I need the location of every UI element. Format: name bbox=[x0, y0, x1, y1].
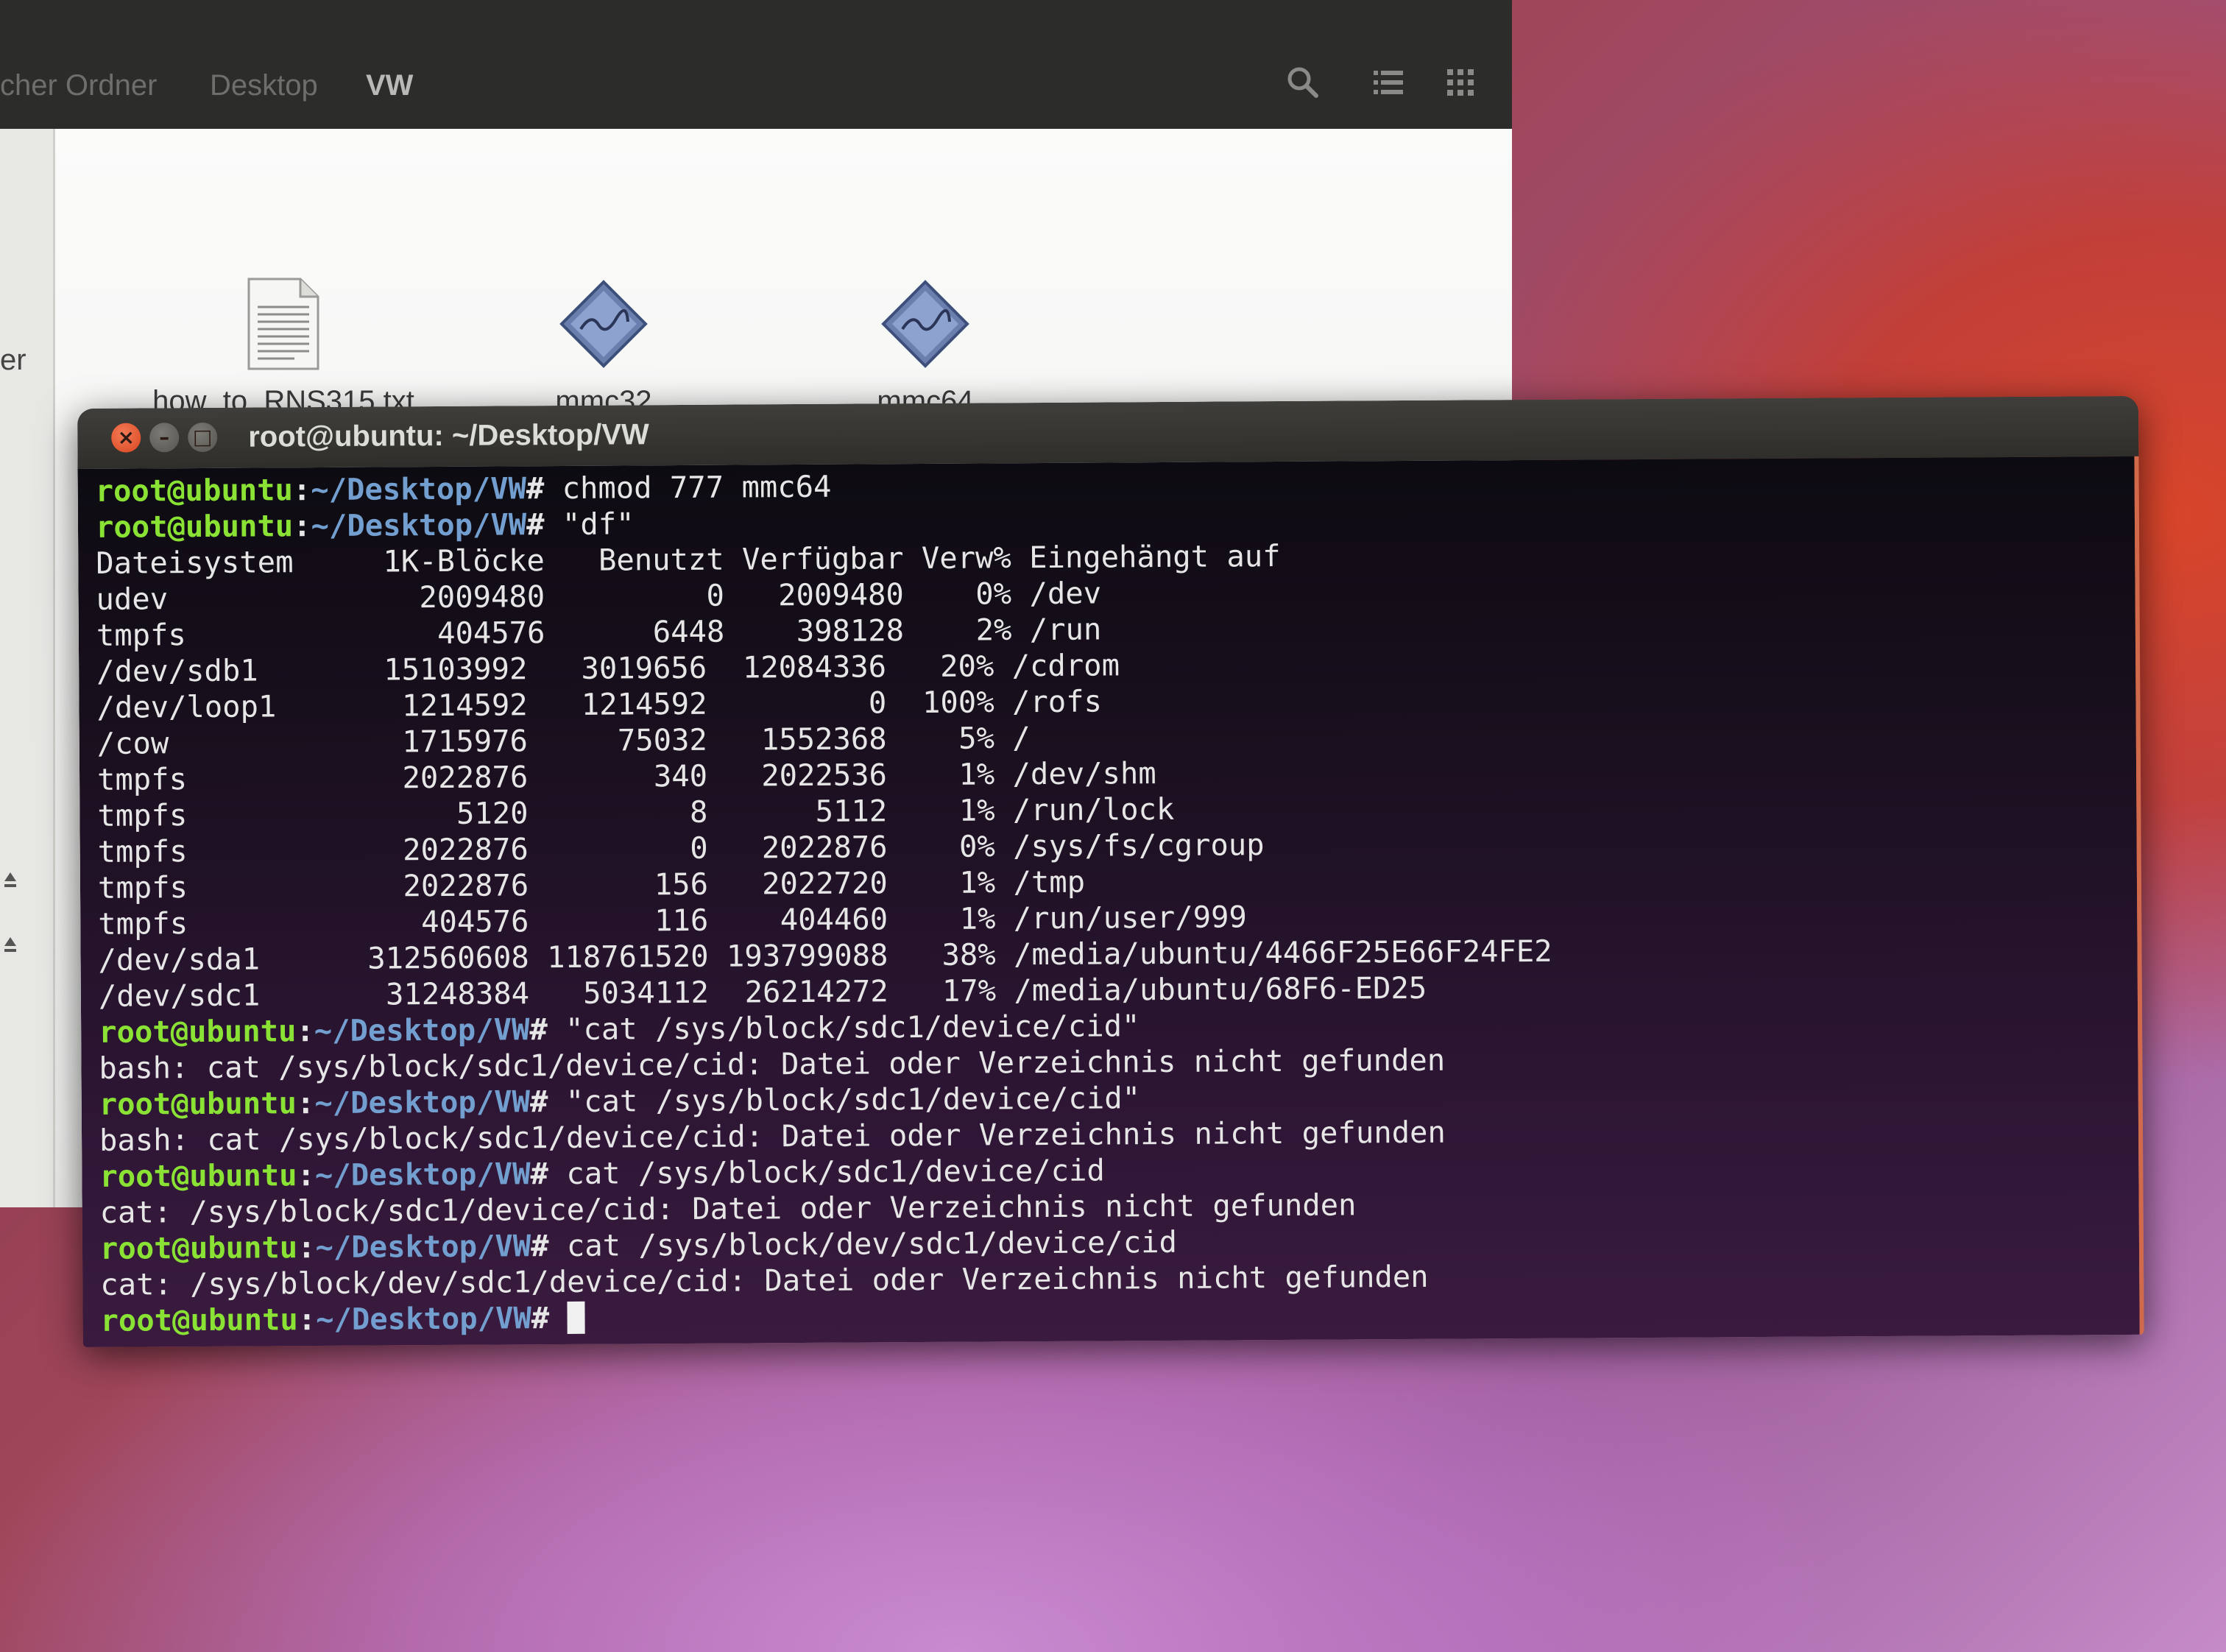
breadcrumb-home[interactable]: cher Ordner bbox=[0, 69, 157, 102]
prompt-user: root@ubuntu bbox=[95, 472, 294, 509]
terminal-output[interactable]: root@ubuntu:~/Desktop/VW# chmod 777 mmc6… bbox=[77, 456, 2144, 1347]
prompt-separator: : bbox=[297, 1157, 316, 1193]
file-item-mmc64[interactable]: mmc64 bbox=[771, 276, 1080, 418]
prompt-symbol: # bbox=[531, 1227, 568, 1264]
close-button[interactable]: × bbox=[111, 423, 141, 453]
command-text: cat /sys/block/dev/sdc1/device/cid bbox=[566, 1224, 1178, 1263]
breadcrumb-vw[interactable]: VW bbox=[366, 69, 413, 102]
prompt-symbol: # bbox=[529, 1083, 566, 1120]
maximize-button[interactable]: □ bbox=[188, 422, 218, 453]
file-item-mmc32[interactable]: mmc32 bbox=[449, 276, 758, 418]
prompt-path: ~/Desktop/VW bbox=[314, 1012, 530, 1049]
prompt-user: root@ubuntu bbox=[99, 1229, 298, 1266]
prompt-separator: : bbox=[292, 472, 311, 508]
sidebar-item-label[interactable]: er bbox=[0, 344, 26, 377]
prompt-path: ~/Desktop/VW bbox=[316, 1300, 531, 1338]
command-text: "df" bbox=[562, 506, 635, 542]
command-text: chmod 777 mmc64 bbox=[562, 468, 832, 506]
prompt-path: ~/Desktop/VW bbox=[314, 1156, 531, 1193]
text-file-icon bbox=[247, 278, 319, 370]
executable-icon bbox=[559, 280, 648, 368]
prompt-symbol: # bbox=[526, 506, 563, 543]
list-view-icon[interactable] bbox=[1366, 60, 1410, 105]
prompt-user: root@ubuntu bbox=[99, 1085, 297, 1122]
prompt-user: root@ubuntu bbox=[95, 508, 294, 545]
terminal-cursor[interactable] bbox=[567, 1301, 585, 1334]
prompt-separator: : bbox=[296, 1013, 314, 1049]
executable-icon bbox=[881, 280, 969, 368]
prompt-symbol: # bbox=[531, 1299, 568, 1336]
minimize-button[interactable]: – bbox=[149, 423, 180, 453]
prompt-path: ~/Desktop/VW bbox=[311, 470, 527, 508]
terminal-window[interactable]: × – □ root@ubuntu: ~/Desktop/VW root@ubu… bbox=[77, 395, 2144, 1347]
prompt-symbol: # bbox=[529, 1011, 566, 1048]
command-text: "cat /sys/block/sdc1/device/cid" bbox=[565, 1080, 1141, 1119]
prompt-separator: : bbox=[297, 1229, 316, 1266]
command-text: cat /sys/block/sdc1/device/cid bbox=[566, 1152, 1105, 1191]
prompt-separator: : bbox=[293, 508, 311, 544]
close-icon: × bbox=[117, 425, 135, 450]
maximize-icon: □ bbox=[192, 424, 213, 450]
prompt-user: root@ubuntu bbox=[99, 1013, 297, 1050]
command-text: "cat /sys/block/sdc1/device/cid" bbox=[565, 1008, 1140, 1047]
eject-icon[interactable] bbox=[3, 930, 18, 959]
prompt-separator: : bbox=[296, 1085, 315, 1121]
file-manager-sidebar: er bbox=[0, 129, 55, 1207]
grid-view-icon[interactable] bbox=[1438, 60, 1483, 105]
prompt-path: ~/Desktop/VW bbox=[311, 506, 527, 544]
file-item-how-to-rns315[interactable]: how_to_RNS315.txt bbox=[129, 276, 438, 418]
prompt-symbol: # bbox=[530, 1155, 567, 1192]
search-icon[interactable] bbox=[1281, 60, 1325, 105]
prompt-user: root@ubuntu bbox=[100, 1302, 298, 1338]
minimize-icon: – bbox=[159, 425, 170, 450]
terminal-title: root@ubuntu: ~/Desktop/VW bbox=[248, 418, 649, 453]
prompt-separator: : bbox=[297, 1302, 317, 1338]
eject-icon[interactable] bbox=[3, 865, 18, 894]
prompt-path: ~/Desktop/VW bbox=[314, 1084, 531, 1121]
breadcrumb-desktop[interactable]: Desktop bbox=[210, 69, 318, 102]
file-manager-header: cher Ordner Desktop VW bbox=[0, 0, 1512, 129]
prompt-symbol: # bbox=[526, 470, 562, 506]
prompt-user: root@ubuntu bbox=[99, 1157, 297, 1194]
prompt-path: ~/Desktop/VW bbox=[315, 1228, 531, 1266]
